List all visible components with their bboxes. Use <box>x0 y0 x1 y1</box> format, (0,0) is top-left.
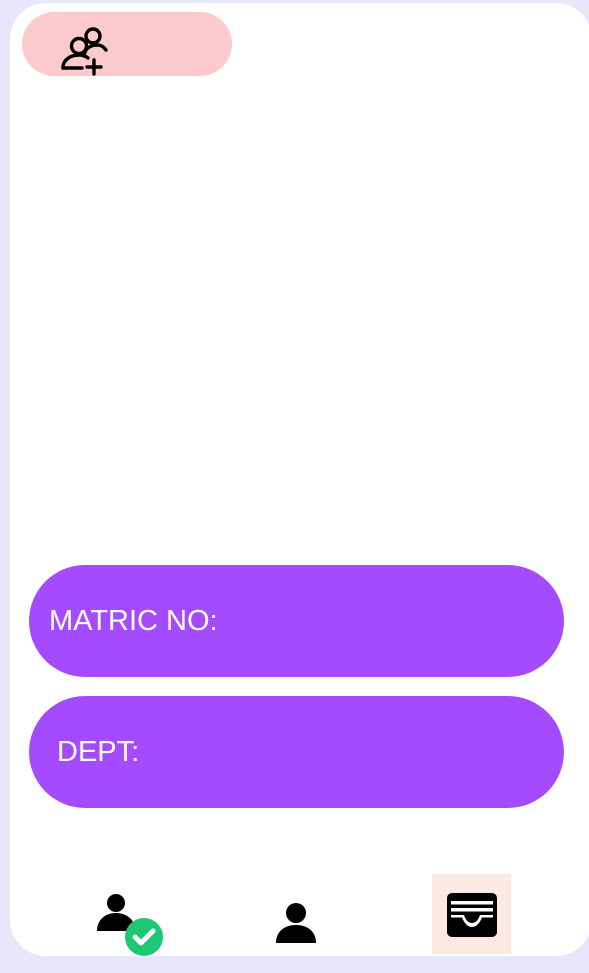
user-verified-icon <box>97 894 163 956</box>
app-screen: MATRIC NO: DEPT: <box>10 3 589 956</box>
nav-verified-user-button[interactable] <box>94 889 168 956</box>
matric-no-field[interactable]: MATRIC NO: <box>29 565 564 677</box>
user-icon <box>276 903 316 943</box>
dept-label: DEPT: <box>57 735 140 768</box>
nav-wallet-button[interactable] <box>432 874 511 954</box>
nav-profile-button[interactable] <box>274 901 318 945</box>
add-user-button[interactable] <box>22 12 232 76</box>
add-users-icon <box>61 27 108 76</box>
matric-no-label: MATRIC NO: <box>49 604 218 637</box>
wallet-icon <box>447 893 497 937</box>
dept-field[interactable]: DEPT: <box>29 696 564 808</box>
